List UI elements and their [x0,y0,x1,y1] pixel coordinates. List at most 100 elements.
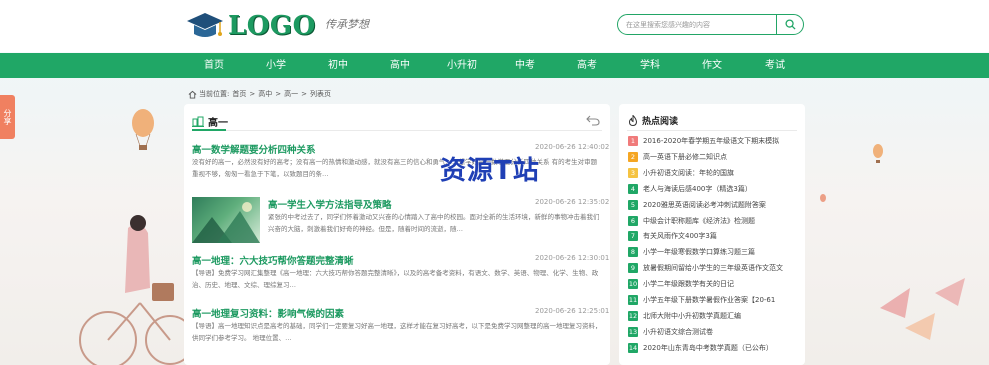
breadcrumb-senior[interactable]: 高中 [258,89,272,99]
nav-item-essay[interactable]: 作文 [682,53,742,78]
search-icon [784,19,796,30]
hot-list-item[interactable]: 5 2020雅思英语阅读必考冲刺试题附答案 [628,199,766,211]
hot-list-item[interactable]: 14 2020年山东青岛中考数学真题（已公布） [628,342,773,354]
article-date: 2020-06-26 12:40:02 [535,143,610,151]
rank-badge: 13 [628,326,638,337]
article-title[interactable]: 高一地理：六大技巧帮你答题完整清晰 [192,253,354,267]
site-header: LOGO 传承梦想 [0,0,989,52]
search-button[interactable] [776,14,803,35]
hot-item-text: 放暑假期间留给小学生的三年级英语作文范文 [643,264,783,273]
breadcrumb-grade[interactable]: 高一 [284,89,298,99]
rank-badge: 14 [628,342,638,353]
hot-item-text: 2020年山东青岛中考数学真题（已公布） [643,343,773,352]
nav-item-xiaoshengchu[interactable]: 小升初 [432,53,492,78]
share-tab[interactable]: 分享 [0,95,15,139]
nav-item-senior[interactable]: 高中 [370,53,430,78]
sidebar-title: 热点阅读 [642,117,679,127]
hot-item-text: 2020雅思英语阅读必考冲刺试题附答案 [643,200,766,209]
rank-badge: 2 [628,151,638,162]
slogan: 传承梦想 [325,18,369,31]
rank-badge: 7 [628,231,638,242]
rank-badge: 5 [628,199,638,210]
nav-item-zhongkao[interactable]: 中考 [495,53,555,78]
site-logo[interactable]: LOGO [184,9,316,43]
back-icon[interactable] [586,114,600,126]
divider [192,130,602,131]
article-title[interactable]: 高一数学解题要分析四种关系 [192,142,316,156]
sidebar-header: 热点阅读 [628,114,678,127]
hot-list-item[interactable]: 4 老人与海读后感400字（精选3篇） [628,183,752,195]
hot-list-item[interactable]: 1 2016-2020年春学期五年级语文下期末模拟 [628,135,779,147]
graduation-cap-icon [187,13,223,37]
rank-badge: 8 [628,247,638,258]
hot-list-item[interactable]: 6 中级会计职称题库《经济法》检测题 [628,215,755,227]
watermark: 资源T站 [440,156,540,186]
hot-list-item[interactable]: 10 小学二年级跟数学有关的日记 [628,278,734,290]
logo-text: LOGO [228,11,316,41]
hot-item-text: 小学五年级下册数学暑假作业答案【20-61 [643,296,776,304]
hot-item-text: 2016-2020年春学期五年级语文下期末模拟 [643,137,780,145]
article-desc: 【导语】免费学习网汇集整理《高一地理：六大技巧帮你答题完整清晰》，以及的高考备考… [192,269,599,289]
nav-item-exam[interactable]: 考试 [745,53,805,78]
hot-list-item[interactable]: 13 小升初语文综合测试卷 [628,326,713,338]
article-thumbnail[interactable] [192,197,260,243]
hot-item-text: 小升初语文阅读：年轮的国旗 [643,168,734,177]
breadcrumb-home[interactable]: 首页 [232,89,246,99]
nav-item-junior[interactable]: 初中 [308,53,368,78]
hot-item-text: 有关风雨作文400字3篇 [643,232,717,241]
nav-item-primary[interactable]: 小学 [246,53,306,78]
rank-badge: 4 [628,183,638,194]
rank-badge: 9 [628,263,638,274]
hot-list-item[interactable]: 9 放暑假期间留给小学生的三年级英语作文范文 [628,262,783,274]
article-date: 2020-06-26 12:30:01 [535,254,610,262]
article-title[interactable]: 高一地理复习资料：影响气候的因素 [192,306,344,320]
article-desc: 【导语】高一地理知识点是高考的基础，同学们一定要复习好高一地理，这样才能在复习好… [192,322,602,342]
breadcrumb-sep: > [249,90,256,98]
hot-item-text: 小升初语文综合测试卷 [643,327,713,336]
building-icon [192,116,204,127]
rank-badge: 12 [628,310,638,321]
rank-badge: 10 [628,279,638,290]
article-desc: 紧张的中考过去了，同学们怀着激动又兴奋的心情踏入了高中的校园。面对全新的生活环境… [268,213,600,233]
breadcrumb: 当前位置: 首页 > 高中 > 高一 > 列表页 [188,88,334,100]
hot-list-item[interactable]: 7 有关风雨作文400字3篇 [628,230,717,242]
hot-item-text: 北师大附中小升初数学真题汇编 [643,311,741,320]
search-input[interactable] [626,17,776,32]
hot-item-text: 中级会计职称题库《经济法》检测题 [643,216,755,225]
section-header: 高一 [192,114,228,129]
balloon-right [873,144,883,163]
hot-list-item[interactable]: 2 高一英语下册必修二知识点 [628,151,727,163]
nav-item-gaokao[interactable]: 高考 [557,53,617,78]
divider [627,130,797,131]
girl-on-bicycle [79,215,195,365]
breadcrumb-current: 列表页 [309,90,331,98]
article-list-panel: 高一 高一数学解题要分析四种关系 2020-06-26 12:40:02 没有好… [184,104,610,365]
article-desc: 没有好的高一，必然没有好的高考；没有高一的热情和激动感，就没有高三的信心和勇气…… [192,158,598,178]
balloon-small [820,194,826,202]
hot-list-item[interactable]: 8 小学一年级寒假数学口算练习题三篇 [628,246,755,258]
breadcrumb-sep: > [275,90,282,98]
hot-list-item[interactable]: 11 小学五年级下册数学暑假作业答案【20-61 [628,294,775,306]
rank-badge: 1 [628,136,638,146]
search-box [617,14,804,35]
article-title[interactable]: 高一学生入学方法指导及策略 [268,197,392,211]
rank-badge: 11 [628,295,638,305]
divider-accent [192,129,226,131]
hot-list-item[interactable]: 12 北师大附中小升初数学真题汇编 [628,310,741,322]
hot-reading-panel: 热点阅读 1 2016-2020年春学期五年级语文下期末模拟 2 高一英语下册必修二知… [619,104,805,365]
nav-item-home[interactable]: 首页 [184,53,244,78]
nav-item-subject[interactable]: 学科 [620,53,680,78]
rank-badge: 6 [628,215,638,226]
breadcrumb-prefix: 当前位置: [199,90,230,98]
section-title: 高一 [208,118,228,129]
paper-cranes [880,278,965,340]
rank-badge: 3 [628,167,638,178]
breadcrumb-sep: > [301,90,307,98]
hot-item-text: 老人与海读后感400字（精选3篇） [643,184,752,193]
hot-list-item[interactable]: 3 小升初语文阅读：年轮的国旗 [628,167,734,179]
thumbnail-image [192,202,260,243]
hot-item-text: 高一英语下册必修二知识点 [643,152,727,161]
main-nav: 首页 小学 初中 高中 小升初 中考 高考 学科 作文 考试 [0,53,989,78]
home-icon [188,90,197,99]
balloon-left [132,109,154,150]
